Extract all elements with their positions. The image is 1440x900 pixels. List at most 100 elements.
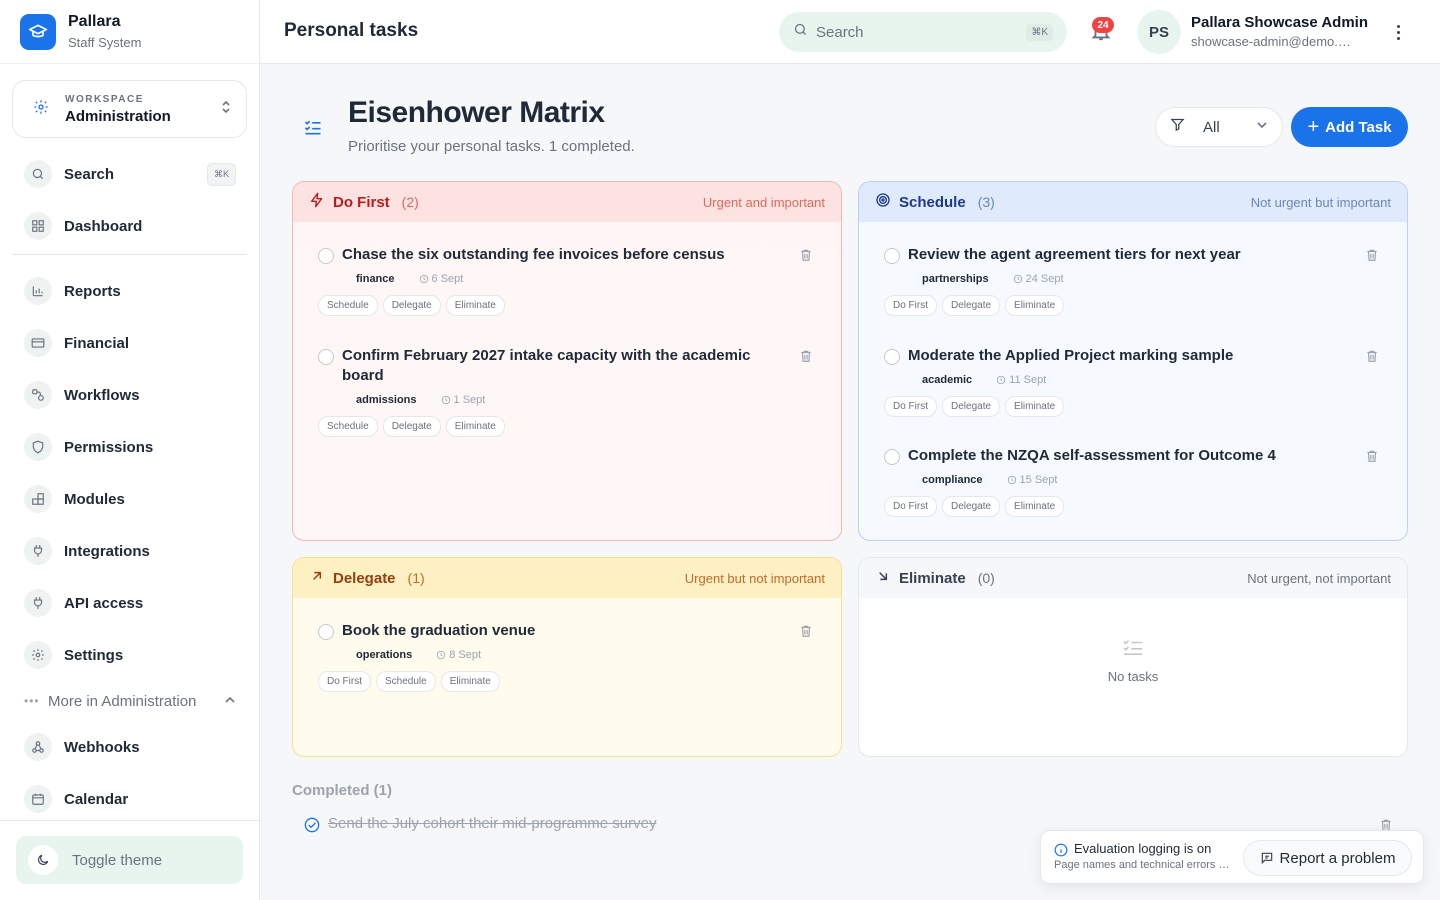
quadrant-description: Urgent but not important: [684, 570, 825, 586]
task-checkbox[interactable]: [884, 449, 900, 465]
task-title[interactable]: Book the graduation venue: [342, 621, 772, 641]
quadrant-title: Eliminate: [899, 569, 966, 587]
sidebar-item-dashboard[interactable]: Dashboard: [24, 212, 236, 240]
toggle-theme-button[interactable]: Toggle theme: [16, 836, 243, 884]
move-schedule-button[interactable]: Schedule: [318, 416, 378, 437]
quadrant-title: Schedule: [899, 193, 966, 211]
sidebar-item-reports[interactable]: Reports: [24, 277, 236, 305]
quadrant-count: (1): [407, 570, 425, 586]
task-due-date-text: 1 Sept: [453, 394, 486, 406]
workspace-switcher[interactable]: WORKSPACE Administration: [12, 80, 247, 138]
sidebar-item-modules[interactable]: Modules: [24, 485, 236, 513]
trash-icon[interactable]: [799, 624, 813, 643]
sidebar-item-permissions[interactable]: Permissions: [24, 433, 236, 461]
move-eliminate-button[interactable]: Eliminate: [1005, 496, 1065, 517]
list-check-icon: [303, 117, 323, 142]
move-do-first-button[interactable]: Do First: [884, 295, 937, 316]
empty-state: No tasks: [859, 638, 1407, 684]
sidebar-item-workflows[interactable]: Workflows: [24, 381, 236, 409]
trash-icon[interactable]: [1365, 449, 1379, 468]
quadrant-title: Do First: [333, 193, 390, 211]
task-checkbox[interactable]: [318, 349, 334, 365]
task-checkbox[interactable]: [318, 624, 334, 640]
task-tag: operations: [356, 649, 413, 661]
task-due-date: 11 Sept: [996, 374, 1046, 386]
move-delegate-button[interactable]: Delegate: [942, 496, 1001, 517]
move-schedule-button[interactable]: Schedule: [318, 295, 378, 316]
bar-chart-icon: [24, 277, 52, 305]
avatar[interactable]: PS: [1137, 10, 1181, 54]
task-title[interactable]: Review the agent agreement tiers for nex…: [908, 245, 1338, 265]
check-circle-icon[interactable]: [304, 817, 320, 838]
sidebar-item-label: Dashboard: [64, 217, 143, 235]
chevron-down-icon: [1256, 118, 1268, 136]
search-bar[interactable]: ⌘K: [779, 12, 1067, 52]
move-delegate-button[interactable]: Delegate: [942, 396, 1001, 417]
task-due-date-text: 8 Sept: [449, 649, 482, 661]
move-eliminate-button[interactable]: Eliminate: [1005, 295, 1065, 316]
task-actions: Do First Delegate Eliminate: [884, 295, 1065, 316]
sidebar-item-financial[interactable]: Financial: [24, 329, 236, 357]
add-task-button[interactable]: + Add Task: [1291, 107, 1408, 147]
completed-task-title[interactable]: Send the July cohort their mid-programme…: [328, 815, 656, 832]
task-checkbox[interactable]: [318, 248, 334, 264]
task-actions: Schedule Delegate Eliminate: [318, 295, 505, 316]
move-do-first-button[interactable]: Do First: [884, 396, 937, 417]
arrow-down-right-icon: [875, 568, 891, 589]
divider: [12, 254, 247, 255]
page-title: Personal tasks: [284, 20, 419, 41]
plug-icon: [24, 537, 52, 565]
more-section-toggle[interactable]: ••• More in Administration: [24, 690, 236, 712]
quadrant-eliminate: Eliminate (0) Not urgent, not important …: [858, 557, 1408, 757]
move-schedule-button[interactable]: Schedule: [376, 671, 436, 692]
move-eliminate-button[interactable]: Eliminate: [445, 416, 505, 437]
search-icon: [24, 160, 52, 188]
task-checkbox[interactable]: [884, 349, 900, 365]
report-problem-button[interactable]: Report a problem: [1243, 840, 1412, 876]
task-due-date-text: 24 Sept: [1025, 273, 1064, 285]
move-eliminate-button[interactable]: Eliminate: [445, 295, 505, 316]
trash-icon[interactable]: [799, 349, 813, 368]
quadrant-description: Not urgent but important: [1250, 194, 1391, 210]
trash-icon[interactable]: [1365, 248, 1379, 267]
search-input[interactable]: [816, 23, 1027, 41]
sidebar-item-settings[interactable]: Settings: [24, 641, 236, 669]
trash-icon[interactable]: [1365, 349, 1379, 368]
task-title[interactable]: Moderate the Applied Project marking sam…: [908, 346, 1338, 366]
report-problem-label: Report a problem: [1279, 849, 1396, 867]
brand[interactable]: Pallara Staff System: [0, 0, 259, 64]
sidebar-item-integrations[interactable]: Integrations: [24, 537, 236, 565]
sidebar-item-calendar[interactable]: Calendar: [24, 785, 236, 813]
quadrant-schedule: Schedule (3) Not urgent but important Re…: [858, 181, 1408, 541]
quadrant-description: Urgent and important: [702, 194, 825, 210]
move-delegate-button[interactable]: Delegate: [942, 295, 1001, 316]
sidebar-item-search[interactable]: Search ⌘K: [24, 160, 236, 188]
move-do-first-button[interactable]: Do First: [318, 671, 371, 692]
move-eliminate-button[interactable]: Eliminate: [1005, 396, 1065, 417]
quadrant-header: Schedule (3) Not urgent but important: [859, 182, 1407, 222]
move-eliminate-button[interactable]: Eliminate: [440, 671, 500, 692]
task-due-date: 15 Sept: [1007, 474, 1057, 486]
move-do-first-button[interactable]: Do First: [884, 496, 937, 517]
move-delegate-button[interactable]: Delegate: [382, 295, 441, 316]
evaluation-logging-toast: Evaluation logging is on Page names and …: [1040, 830, 1424, 884]
filter-select[interactable]: All: [1155, 107, 1283, 147]
sidebar-item-webhooks[interactable]: Webhooks: [24, 733, 236, 761]
trash-icon[interactable]: [799, 248, 813, 267]
task-meta: admissions 1 Sept: [356, 392, 485, 408]
task-title[interactable]: Confirm February 2027 intake capacity wi…: [342, 346, 772, 386]
shortcut-badge: ⌘K: [206, 162, 236, 186]
clock-icon: [1007, 475, 1016, 485]
move-delegate-button[interactable]: Delegate: [382, 416, 441, 437]
task-tag: partnerships: [922, 273, 989, 285]
task-title[interactable]: Chase the six outstanding fee invoices b…: [342, 245, 772, 265]
sidebar-item-api-access[interactable]: API access: [24, 589, 236, 617]
workspace-label: WORKSPACE: [65, 93, 144, 105]
more-options-icon[interactable]: [1390, 22, 1406, 42]
task-meta: academic 11 Sept: [922, 372, 1046, 388]
task-checkbox[interactable]: [884, 248, 900, 264]
empty-list-icon: [1122, 640, 1144, 660]
task-title[interactable]: Complete the NZQA self-assessment for Ou…: [908, 446, 1338, 466]
quadrant-delegate: Delegate (1) Urgent but not important Bo…: [292, 557, 842, 757]
sidebar-item-label: Search: [64, 165, 115, 183]
